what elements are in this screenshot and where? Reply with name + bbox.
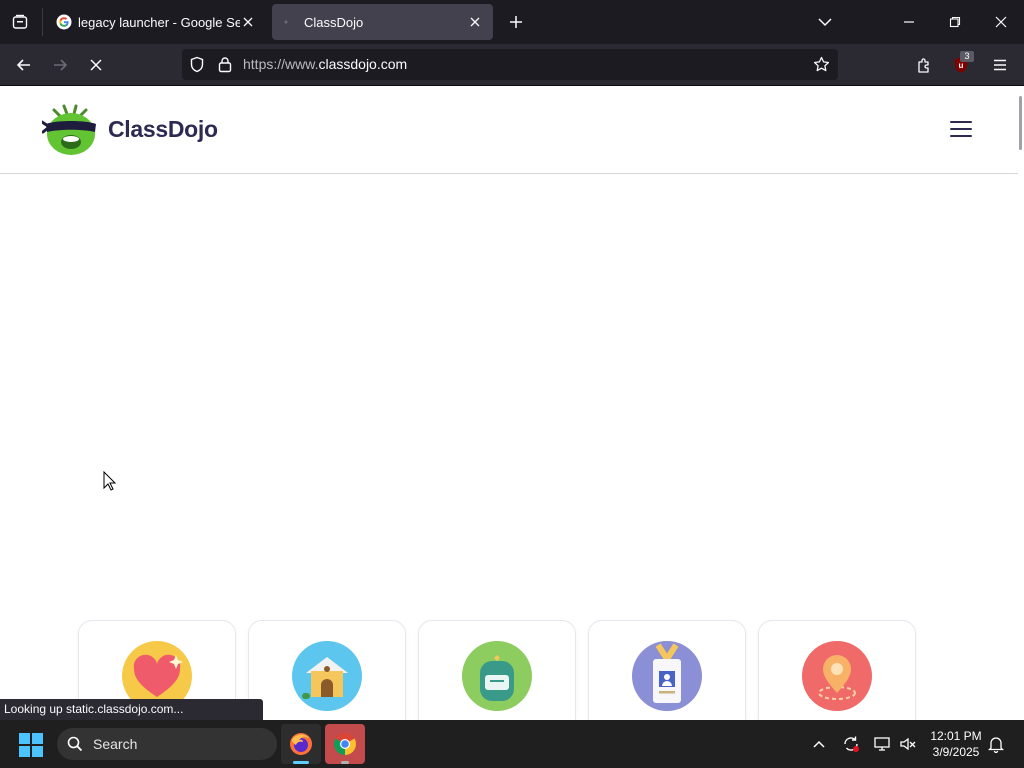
id-badge-icon (632, 641, 702, 711)
chevron-up-icon (813, 740, 825, 748)
forward-button[interactable] (45, 50, 75, 80)
tab-overview-button[interactable] (6, 8, 34, 36)
feature-card[interactable] (418, 620, 576, 732)
close-window-button[interactable] (978, 0, 1024, 44)
plus-icon (510, 16, 522, 28)
arrow-right-icon (54, 59, 68, 71)
tab-title: ClassDojo (304, 14, 364, 30)
chrome-icon (334, 733, 356, 755)
site-header: ClassDojo (0, 86, 1018, 174)
arrow-left-icon (16, 59, 30, 71)
minimize-button[interactable] (886, 0, 932, 44)
new-tab-button[interactable] (502, 8, 530, 36)
search-icon (67, 736, 83, 757)
bell-icon (988, 737, 1004, 753)
network-tray-button[interactable] (870, 732, 894, 756)
feature-card[interactable] (758, 620, 916, 732)
stop-icon (90, 59, 102, 71)
url-prefix: https://www. (243, 56, 319, 72)
taskbar-search[interactable]: Search (57, 728, 277, 760)
tab-title: legacy launcher - Google Search (78, 14, 240, 30)
system-clock[interactable]: 12:01 PM 3/9/2025 (922, 728, 990, 760)
dojo-monster-icon (40, 104, 96, 155)
show-hidden-icons-button[interactable] (807, 732, 831, 756)
sync-icon (844, 736, 859, 752)
loading-dot-icon (282, 14, 298, 30)
close-tab-icon[interactable] (467, 14, 483, 30)
school-house-icon (292, 641, 362, 711)
scrollbar-thumb[interactable] (1019, 96, 1022, 150)
tab-classdojo[interactable]: ClassDojo (272, 4, 493, 40)
status-panel: Looking up static.classdojo.com... (0, 699, 263, 720)
google-icon (56, 14, 72, 30)
tracking-protection-icon[interactable] (189, 56, 205, 78)
brand-name[interactable]: ClassDojo (108, 116, 218, 143)
extensions-button[interactable] (909, 50, 939, 80)
menu-icon (994, 59, 1006, 71)
page-scrollbar[interactable] (1018, 86, 1024, 720)
taskbar: Search 12:01 PM 3/9/2025 (0, 720, 1024, 768)
hamburger-line (950, 135, 972, 137)
extension-badge: 3 (960, 51, 974, 62)
close-icon (995, 16, 1007, 28)
tab-strip: legacy launcher - Google Search ClassDoj… (0, 0, 1024, 44)
feature-card[interactable] (248, 620, 406, 732)
taskbar-chrome[interactable] (325, 724, 365, 764)
lock-icon[interactable] (218, 56, 232, 78)
svg-text:u: u (959, 61, 964, 70)
restore-button[interactable] (932, 0, 978, 44)
clock-time: 12:01 PM (930, 729, 982, 743)
location-pin-icon (802, 641, 872, 711)
stop-button[interactable] (81, 50, 111, 80)
hamburger-line (950, 121, 972, 123)
start-button[interactable] (18, 732, 44, 758)
url-bar[interactable]: https://www.classdojo.com (182, 49, 838, 80)
backpack-icon (462, 641, 532, 711)
tab-separator (42, 8, 43, 36)
app-menu-button[interactable] (985, 50, 1015, 80)
taskbar-firefox[interactable] (281, 724, 321, 764)
bookmark-star-icon[interactable] (813, 56, 830, 78)
windows-logo-icon (19, 733, 43, 757)
search-label: Search (93, 736, 138, 752)
active-indicator (293, 761, 309, 764)
minimize-icon (904, 21, 914, 23)
clock-date: 3/9/2025 (932, 745, 980, 759)
chevron-down-icon (818, 18, 832, 27)
close-tab-icon[interactable] (240, 14, 256, 30)
firefox-icon (290, 733, 312, 755)
url-text[interactable]: https://www.classdojo.com (243, 56, 407, 72)
restore-icon (949, 16, 961, 28)
feature-card[interactable] (588, 620, 746, 732)
back-button[interactable] (9, 50, 39, 80)
display-icon (874, 737, 890, 751)
mouse-pointer-icon (103, 470, 117, 496)
running-indicator (341, 761, 349, 764)
site-menu-button[interactable] (946, 114, 976, 144)
notifications-button[interactable] (984, 732, 1008, 756)
speaker-muted-icon (900, 737, 916, 751)
tab-list-icon (12, 14, 28, 29)
hamburger-line (950, 128, 972, 130)
sync-tray-button[interactable] (839, 732, 863, 756)
navigation-toolbar: https://www.classdojo.com u 3 (0, 44, 1024, 86)
list-all-tabs-button[interactable] (802, 0, 848, 44)
puzzle-piece-icon (917, 57, 929, 73)
classdojo-logo[interactable] (40, 102, 100, 158)
tab-google-search[interactable]: legacy launcher - Google Search (46, 4, 266, 40)
url-host: classdojo.com (318, 56, 408, 72)
volume-tray-button[interactable] (896, 732, 920, 756)
